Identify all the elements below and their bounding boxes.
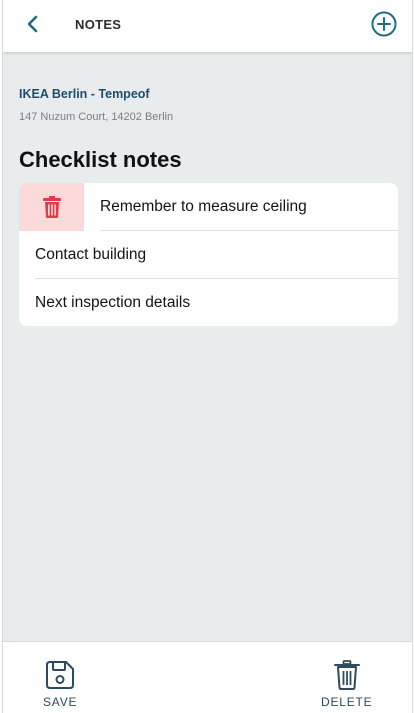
app-frame: NOTES IKEA Berlin - Tempeof 147 Nuzum Co… bbox=[2, 0, 413, 713]
delete-button[interactable]: DELETE bbox=[321, 660, 372, 709]
note-item[interactable]: Next inspection details bbox=[19, 279, 398, 326]
note-item[interactable]: Remember to measure ceiling bbox=[19, 183, 398, 231]
page-title: NOTES bbox=[75, 17, 122, 32]
note-label: Remember to measure ceiling bbox=[100, 198, 307, 215]
trash-icon bbox=[333, 660, 360, 690]
save-label: SAVE bbox=[43, 695, 78, 709]
footer-toolbar: SAVE DELETE bbox=[3, 641, 412, 713]
plus-circle-icon bbox=[371, 11, 397, 37]
back-button[interactable] bbox=[19, 10, 47, 38]
chevron-left-icon bbox=[27, 15, 38, 33]
note-label: Contact building bbox=[35, 246, 147, 263]
note-label: Next inspection details bbox=[35, 294, 191, 311]
note-item[interactable]: Contact building bbox=[19, 231, 398, 279]
header-bar: NOTES bbox=[3, 0, 412, 52]
save-icon bbox=[46, 661, 75, 689]
section-title: Checklist notes bbox=[19, 147, 182, 172]
location-name: IKEA Berlin - Tempeof bbox=[19, 87, 150, 101]
delete-label: DELETE bbox=[321, 695, 373, 709]
save-button[interactable]: SAVE bbox=[43, 660, 77, 709]
location-address: 147 Nuzum Court, 14202 Berlin bbox=[19, 111, 174, 123]
add-note-button[interactable] bbox=[370, 10, 398, 38]
notes-list: Remember to measure ceiling Contact buil… bbox=[19, 183, 398, 326]
